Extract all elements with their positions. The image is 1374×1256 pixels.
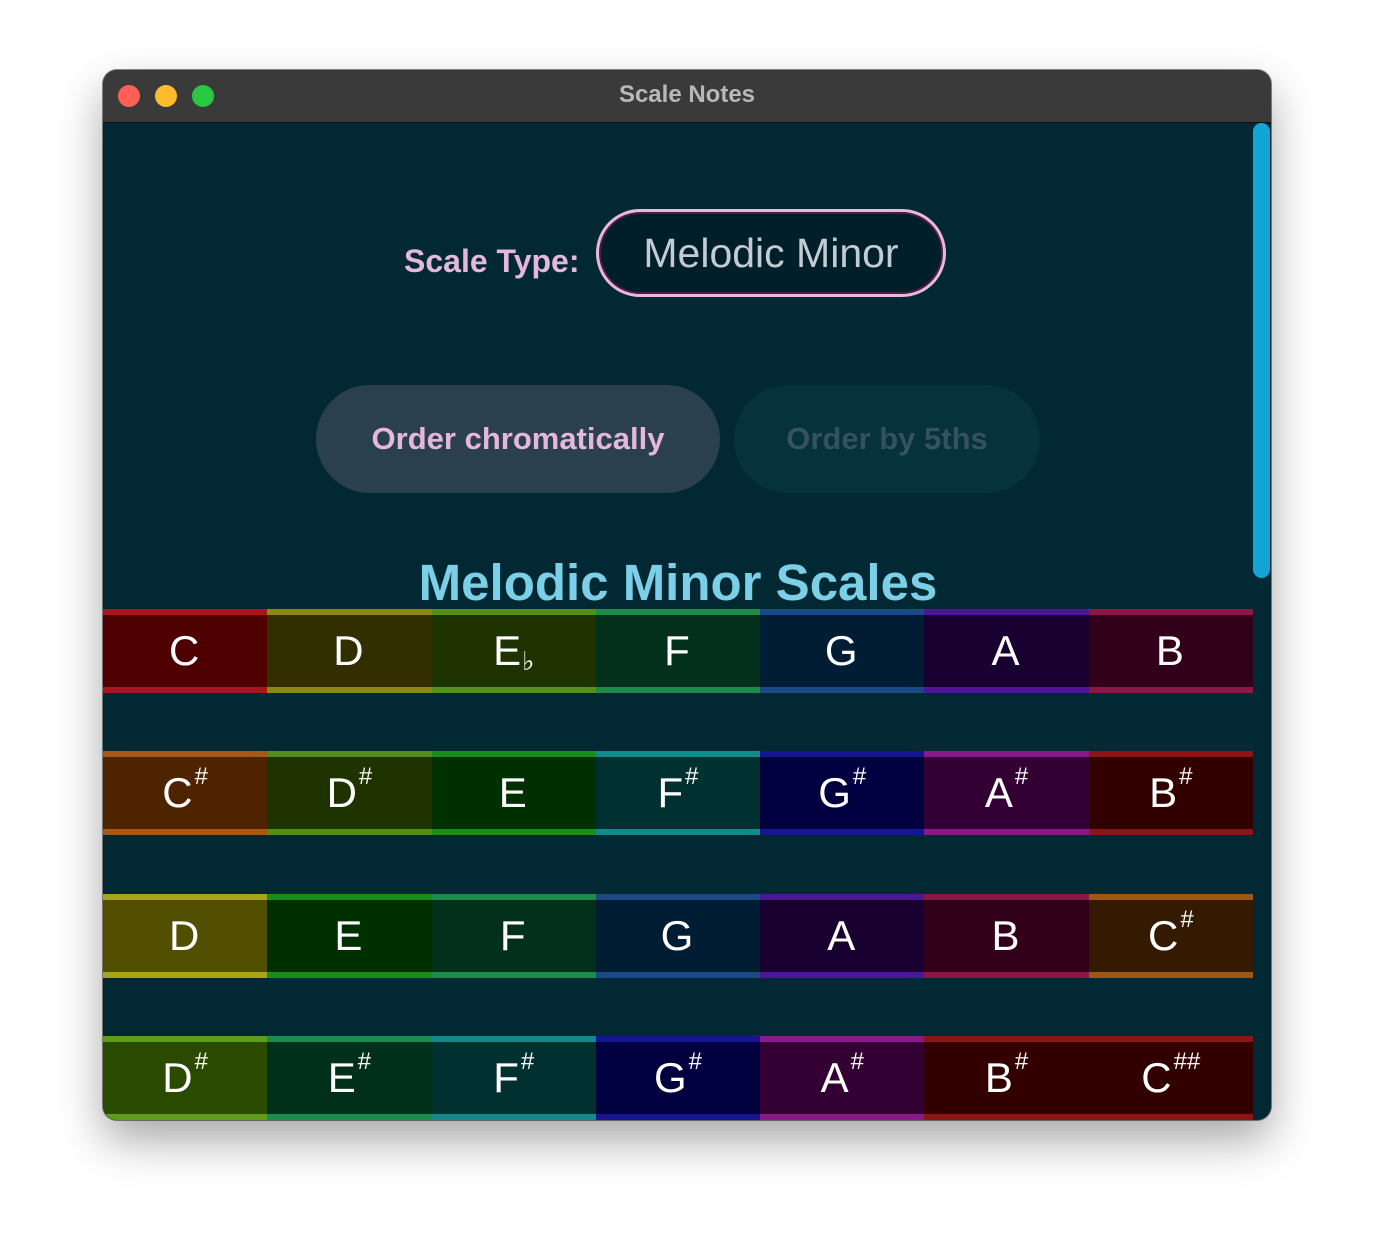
note-cell: C [103, 609, 268, 693]
app-window: Scale Notes Scale Type: Melodic Minor Or… [103, 70, 1271, 1120]
note-accidental: # [1014, 763, 1029, 790]
note-accidental: # [357, 1048, 372, 1075]
note-cell: G [595, 894, 761, 978]
note-letter: D [168, 912, 200, 959]
scale-type-select[interactable]: Melodic Minor [596, 209, 946, 297]
note-letter: F [657, 769, 684, 816]
scale-row: D # E # F # G # A # B # C ## [103, 1036, 1253, 1120]
note-cell: E [431, 751, 596, 835]
note-accidental: # [850, 1048, 864, 1075]
note-cell: B # [924, 1036, 1089, 1120]
note-letter: A [984, 769, 1013, 816]
note-accidental: # [685, 763, 699, 790]
note-cell: G # [760, 751, 925, 835]
note-letter: E [498, 769, 527, 816]
note-letter: C [168, 627, 200, 674]
note-cell: A [760, 894, 925, 978]
note-letter: A [827, 912, 856, 959]
note-cell: A # [924, 751, 1089, 835]
note-letter: G [653, 1054, 687, 1101]
scale-row: C # D # E F # G # A # B # [103, 751, 1253, 835]
note-cell: D # [267, 751, 432, 835]
note-cell: E ♭ [431, 609, 596, 693]
note-letter: C [1141, 1054, 1172, 1101]
note-cell: G # [595, 1036, 761, 1120]
note-cell: D [103, 894, 268, 978]
note-accidental: # [1179, 763, 1193, 790]
note-accidental: # [520, 1048, 535, 1075]
note-cell: F # [431, 1036, 596, 1120]
note-letter: C [162, 769, 193, 816]
note-accidental: # [194, 763, 208, 790]
note-cell: C # [103, 751, 268, 835]
note-cell: A [924, 609, 1089, 693]
window-title: Scale Notes [618, 81, 756, 108]
note-cell: B # [1088, 751, 1253, 835]
scrollbar-thumb[interactable] [1253, 123, 1270, 578]
scales-heading: Melodic Minor Scales [418, 554, 938, 611]
note-cell: C ## [1088, 1036, 1253, 1120]
main-content: Scale Type: Melodic Minor Order chromati… [103, 123, 1253, 1120]
note-letter: F [499, 912, 526, 959]
note-accidental: # [358, 763, 373, 790]
note-letter: D [333, 627, 364, 674]
note-letter: F [664, 627, 690, 674]
note-cell: G [760, 609, 925, 693]
note-accidental: # [1014, 1048, 1029, 1075]
note-letter: D [162, 1054, 193, 1101]
note-letter: D [326, 769, 357, 816]
note-letter: B [1149, 769, 1178, 816]
note-accidental: # [1180, 906, 1194, 933]
note-letter: C [1147, 912, 1179, 959]
note-letter: E [334, 912, 363, 959]
note-accidental: ♭ [522, 646, 535, 676]
note-letter: A [820, 1054, 849, 1101]
note-cell: C # [1088, 894, 1253, 978]
note-cell: F [595, 609, 761, 693]
note-cell: B [1088, 609, 1253, 693]
note-cell: D # [103, 1036, 268, 1120]
note-accidental: # [194, 1048, 208, 1075]
note-accidental: ## [1173, 1048, 1201, 1075]
note-letter: B [984, 1054, 1013, 1101]
note-letter: G [824, 627, 858, 674]
note-cell: A # [760, 1036, 925, 1120]
scale-row: D E F G A B C # [103, 894, 1253, 978]
note-cell: E [267, 894, 432, 978]
note-cell: B [924, 894, 1089, 978]
note-letter: F [493, 1054, 519, 1101]
note-letter: B [1155, 627, 1184, 674]
note-letter: G [818, 769, 851, 816]
scale-row: C D E ♭ F G A B [103, 609, 1253, 693]
scale-type-label: Scale Type: [404, 243, 580, 279]
title-bar: Scale Notes [103, 70, 1271, 123]
order-chromatically-button[interactable]: Order chromatically [316, 385, 720, 493]
note-cell: E # [267, 1036, 432, 1120]
order-by-fifths-button[interactable]: Order by 5ths [734, 385, 1040, 493]
note-cell: F [431, 894, 596, 978]
note-letter: G [660, 912, 694, 959]
note-letter: E [493, 627, 522, 674]
vertical-scrollbar[interactable] [1253, 123, 1271, 1120]
note-cell: F # [595, 751, 761, 835]
note-cell: D [267, 609, 432, 693]
note-letter: A [991, 627, 1020, 674]
note-letter: E [327, 1054, 356, 1101]
note-accidental: # [688, 1048, 702, 1075]
note-accidental: # [852, 763, 867, 790]
note-letter: B [991, 912, 1020, 959]
